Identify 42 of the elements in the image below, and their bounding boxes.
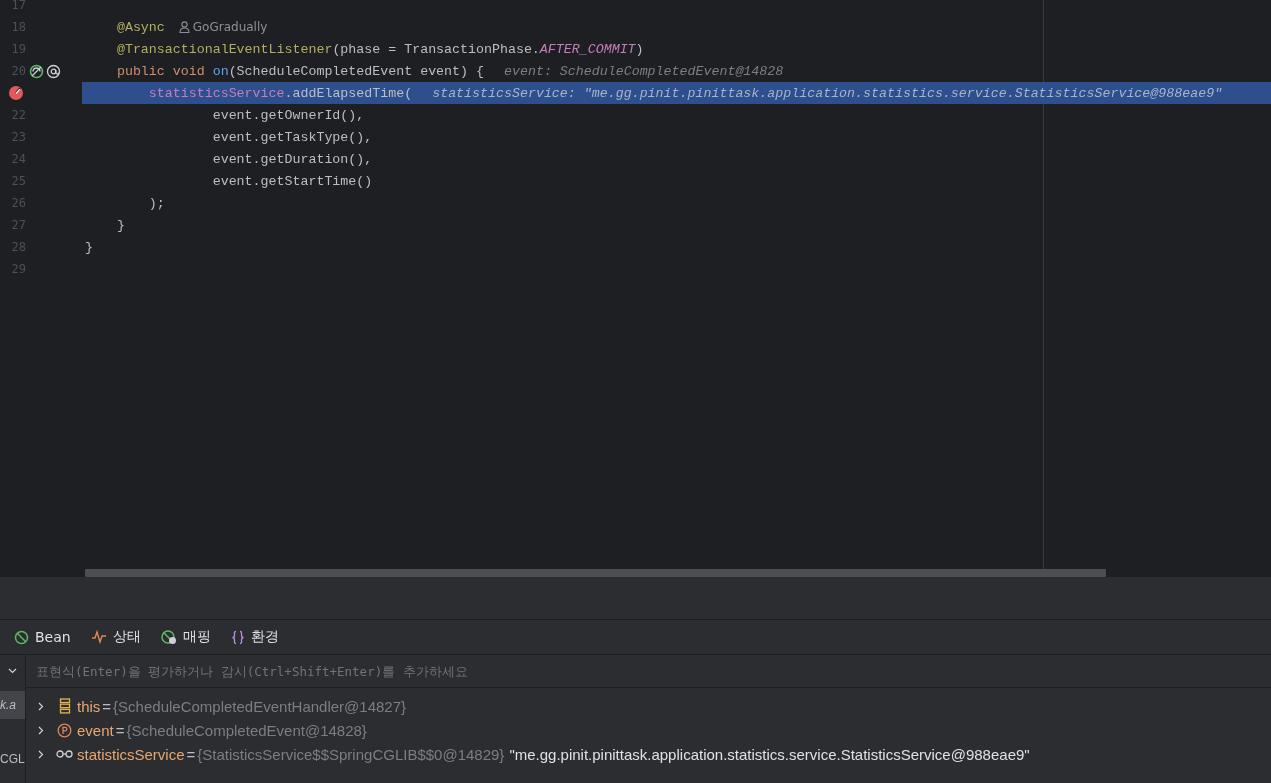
code-line: statisticsService.addElapsedTime( [147,85,413,101]
glasses-icon [56,749,73,759]
code-line: event.getTaskType(), [211,129,373,145]
inline-value-hint: statisticsService: "me.gg.pinit.pinittask.application.statistics.service.StatisticsService@988eae9" [432,85,1223,101]
person-icon [178,21,190,33]
no-entry-icon [14,629,29,645]
at-sign-icon [46,63,61,79]
code-line: ); [147,195,165,211]
code-line: } [85,239,93,255]
code-line: } [115,217,125,233]
variable-name: event [77,721,114,739]
chevron-right-icon[interactable] [36,725,45,735]
variable-name: this [77,697,101,715]
parameter-icon [56,722,73,738]
equals-sign: = [186,745,196,763]
code-line: event.getDuration(), [211,151,373,167]
panel-tab[interactable]: 환경 [224,624,285,650]
pulse-icon [90,630,107,644]
author-name[interactable]: GoGradually [192,20,268,34]
variable-value: {ScheduleCompletedEventHandler@14827} [113,697,407,715]
scrollbar[interactable] [85,569,1106,577]
code-line: @Async [115,19,165,35]
variable-string: "me.gg.pinit.pinittask.application.statistics.service.StatisticsService@988eae9" [509,745,1030,763]
equals-sign: = [102,697,112,715]
stack-frame[interactable]: k.a [0,691,25,719]
braces-icon [230,629,245,645]
chevron-right-icon[interactable] [36,749,45,759]
code-line: public void on(ScheduleCompletedEvent event) { [115,63,484,79]
code-line: @TransactionalEventListener(phase = TransactionPhase.AFTER_COMMIT) [115,41,644,57]
panel-tab[interactable]: 상태 [84,624,147,650]
equals-sign: = [115,721,125,739]
chevron-right-icon[interactable] [36,701,45,711]
inline-value-hint: event: ScheduleCompletedEvent@14828 [504,63,784,79]
panel-tab[interactable]: 매핑 [154,624,217,650]
variable-value: {ScheduleCompletedEvent@14828} [126,721,367,739]
variable-name: statisticsService [77,745,185,763]
code-line: event.getStartTime() [211,173,373,189]
stack-frame[interactable]: CGL [0,745,25,773]
variable-value: {StatisticsService$$SpringCGLIB$$0@14829} [197,745,505,763]
code-line: event.getOwnerId(), [211,107,365,123]
breakpoint-icon[interactable] [8,85,24,101]
panel-tab[interactable]: Bean [8,625,77,649]
